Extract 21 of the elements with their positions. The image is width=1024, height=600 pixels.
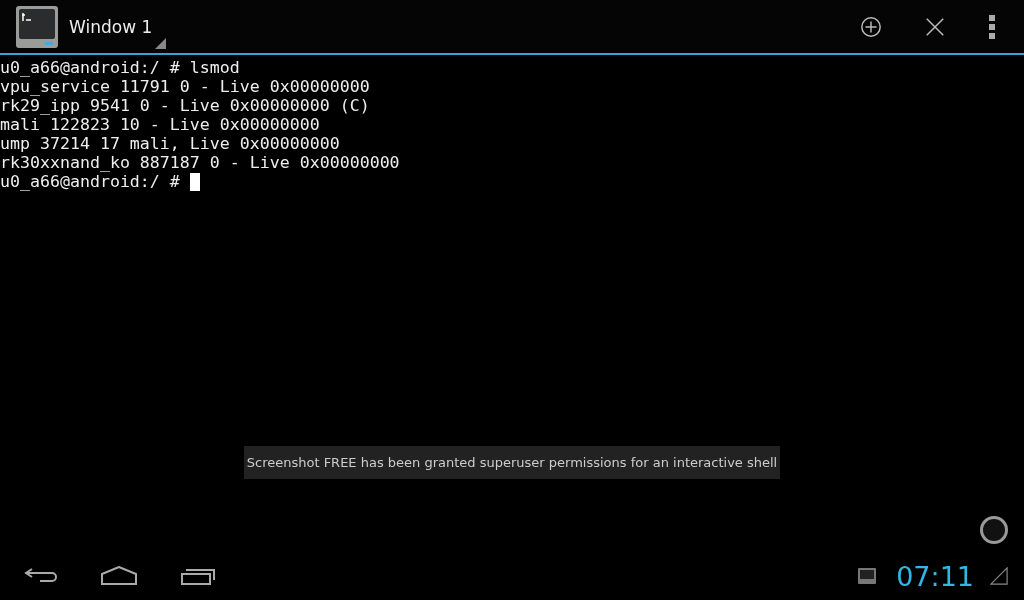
terminal-line: rk30xxnand_ko 887187 0 - Live 0x00000000 — [0, 153, 401, 172]
text-cursor — [189, 172, 200, 191]
signal-icon — [990, 567, 1008, 585]
back-icon[interactable] — [24, 567, 58, 585]
terminal-line: mali 122823 10 - Live 0x00000000 — [0, 115, 321, 134]
floating-circle-icon[interactable] — [979, 515, 1009, 545]
terminal-line: u0_a66@android:/ # lsmod — [0, 58, 241, 77]
close-icon[interactable] — [924, 15, 946, 38]
terminal-line: ump 37214 17 mali, Live 0x00000000 — [0, 134, 341, 153]
toast-message: Screenshot FREE has been granted superuser permissions for an interactive shell — [244, 446, 780, 479]
overflow-menu-icon[interactable] — [988, 14, 996, 39]
home-icon[interactable] — [100, 566, 138, 586]
clock: 07:11 — [896, 560, 974, 592]
terminal-app-icon[interactable] — [15, 4, 59, 49]
terminal-line: rk29_ipp 9541 0 - Live 0x00000000 (C) — [0, 96, 371, 115]
terminal-prompt: u0_a66@android:/ # — [0, 172, 180, 191]
add-window-icon[interactable] — [860, 15, 882, 38]
recent-apps-icon[interactable] — [180, 567, 216, 585]
terminal-line: vpu_service 11791 0 - Live 0x00000000 — [0, 77, 371, 96]
terminal-notification-icon — [857, 567, 878, 585]
window-spinner[interactable]: Window 1 — [69, 4, 167, 49]
